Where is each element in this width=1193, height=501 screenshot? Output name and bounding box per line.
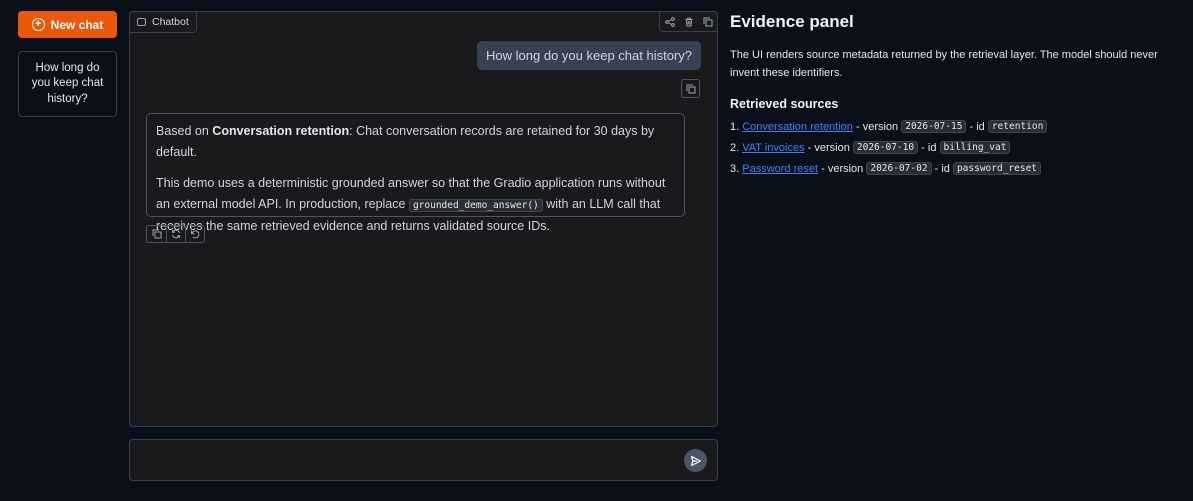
source-id: password_reset	[952, 162, 1042, 175]
source-item: 2. VAT invoices - version 2026-07-10 - i…	[730, 137, 1180, 158]
new-chat-button[interactable]: + New chat	[18, 11, 117, 38]
source-version-label: - version	[804, 141, 853, 154]
source-id-label: - id	[918, 141, 940, 154]
source-link[interactable]: Conversation retention	[742, 121, 853, 133]
copy-message-button[interactable]	[681, 79, 700, 98]
bot-text: Based on	[156, 124, 213, 138]
source-link[interactable]: VAT invoices	[742, 142, 804, 154]
undo-icon[interactable]	[185, 226, 204, 242]
bot-message-paragraph: This demo uses a deterministic grounded …	[156, 173, 675, 237]
user-message: How long do you keep chat history?	[477, 41, 701, 70]
source-id-label: - id	[931, 162, 953, 175]
inline-code: grounded_demo_answer()	[408, 198, 543, 212]
evidence-title: Evidence panel	[730, 12, 854, 31]
bot-message-paragraph: Based on Conversation retention: Chat co…	[156, 121, 675, 162]
source-id-label: - id	[966, 120, 988, 133]
source-version: 2026-07-02	[866, 162, 932, 175]
sources-list: 1. Conversation retention - version 2026…	[730, 116, 1180, 179]
chatbot-label-tag: Chatbot	[129, 11, 197, 33]
message-input[interactable]	[140, 448, 680, 474]
chat-bubble-icon	[137, 18, 146, 26]
bot-message-actions	[146, 225, 205, 243]
copy-icon[interactable]	[147, 226, 166, 242]
chatbot-panel: Chatbot How long do you keep chat histor…	[129, 11, 718, 427]
source-number: 1.	[730, 120, 743, 133]
source-version-label: - version	[818, 162, 867, 175]
source-version: 2026-07-15	[901, 120, 967, 133]
source-version-label: - version	[852, 120, 902, 133]
send-icon	[690, 455, 701, 466]
share-icon[interactable]	[660, 12, 679, 31]
send-button[interactable]	[684, 449, 707, 472]
source-id: retention	[987, 120, 1048, 133]
source-link[interactable]: Password reset	[742, 163, 818, 175]
retry-icon[interactable]	[166, 226, 185, 242]
chatbot-toolbar	[659, 12, 717, 32]
evidence-description: The UI renders source metadata returned …	[730, 49, 1158, 79]
trash-icon[interactable]	[679, 12, 698, 31]
sources-heading: Retrieved sources	[730, 97, 839, 111]
copy-icon	[686, 84, 695, 93]
evidence-panel: Evidence panel The UI renders source met…	[730, 12, 1180, 179]
source-number: 3.	[730, 162, 743, 175]
chat-history-item[interactable]: How long do you keep chat history?	[18, 51, 117, 117]
plus-circle-icon: +	[31, 18, 45, 31]
bot-bold-source: Conversation retention	[212, 124, 350, 138]
source-id: billing_vat	[939, 141, 1011, 154]
chatbot-label: Chatbot	[152, 16, 189, 28]
source-version: 2026-07-10	[852, 141, 919, 154]
new-chat-label: New chat	[50, 17, 104, 32]
message-input-container	[129, 439, 718, 481]
bot-message: Based on Conversation retention: Chat co…	[146, 113, 685, 233]
source-item: 3. Password reset - version 2026-07-02 -…	[730, 158, 1180, 179]
source-number: 2.	[730, 141, 743, 154]
source-item: 1. Conversation retention - version 2026…	[730, 116, 1180, 137]
copy-icon[interactable]	[698, 12, 717, 31]
